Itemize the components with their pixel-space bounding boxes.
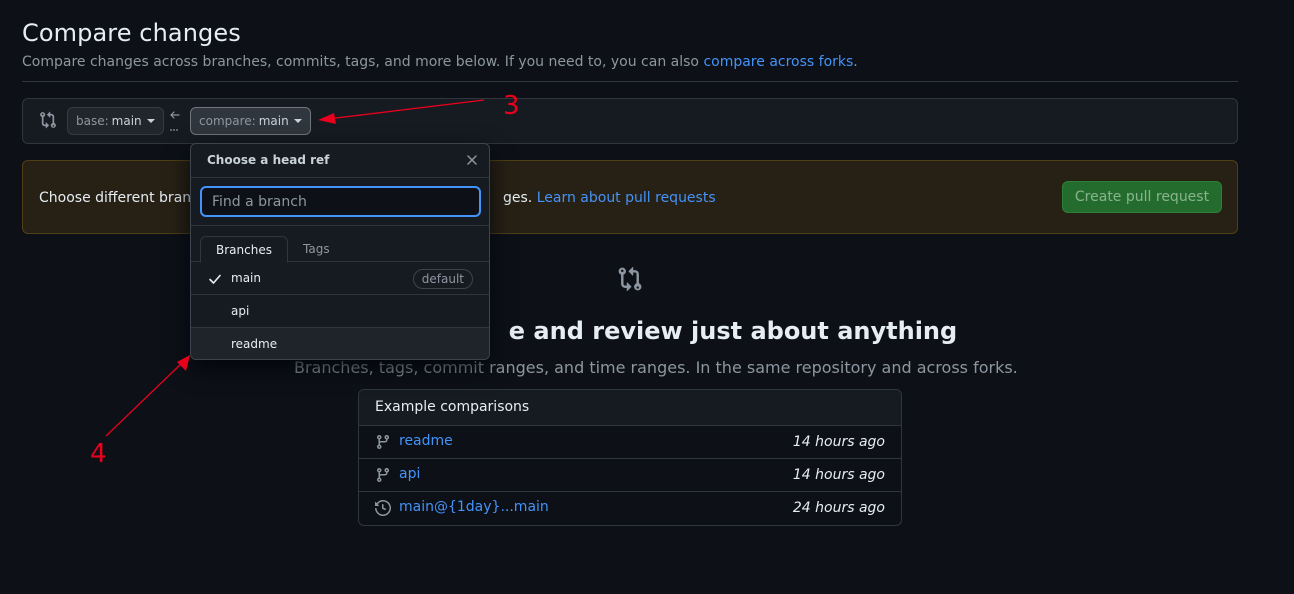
page-subtitle: Compare changes across branches, commits… bbox=[22, 54, 858, 70]
dropdown-title: Choose a head ref bbox=[207, 153, 330, 167]
example-comparisons-heading: Example comparisons bbox=[359, 390, 901, 426]
example-comparisons: Example comparisons readme 14 hours ago … bbox=[358, 389, 902, 526]
branch-item-main[interactable]: main default bbox=[191, 262, 489, 295]
compare-label: compare: bbox=[199, 114, 256, 128]
compare-page: Compare changes Compare changes across b… bbox=[0, 0, 1294, 594]
tab-branches[interactable]: Branches bbox=[200, 236, 288, 263]
branch-item-readme[interactable]: readme bbox=[191, 328, 489, 359]
example-row: main@{1day}...main 24 hours ago bbox=[359, 492, 901, 525]
annotation-label-3: 3 bbox=[503, 91, 520, 121]
example-link-readme[interactable]: readme bbox=[399, 433, 453, 449]
find-branch-input[interactable] bbox=[200, 186, 481, 217]
compare-branch-button[interactable]: compare: main bbox=[190, 107, 311, 135]
range-editor: base: main compare: main bbox=[22, 98, 1238, 144]
example-time: 14 hours ago bbox=[792, 434, 885, 450]
git-branch-icon bbox=[376, 435, 389, 450]
default-badge: default bbox=[412, 269, 473, 289]
page-title: Compare changes bbox=[22, 19, 241, 47]
example-row: api 14 hours ago bbox=[359, 459, 901, 492]
git-compare-icon bbox=[618, 266, 642, 292]
check-icon bbox=[209, 274, 221, 284]
tab-tags[interactable]: Tags bbox=[288, 236, 345, 262]
subtitle-period: . bbox=[853, 54, 858, 70]
example-row: readme 14 hours ago bbox=[359, 426, 901, 459]
branch-name: main bbox=[231, 271, 261, 285]
flash-text-end: ges. Learn about pull requests bbox=[503, 190, 716, 206]
branch-name: api bbox=[231, 304, 250, 318]
blankslate-title-text: e and review just about anything bbox=[508, 317, 958, 345]
dropdown-tabs: Branches Tags bbox=[191, 226, 489, 263]
base-label: base: bbox=[76, 114, 109, 128]
dropdown-filter bbox=[191, 178, 489, 226]
base-branch-button[interactable]: base: main bbox=[67, 107, 164, 135]
annotation-arrow bbox=[105, 361, 184, 437]
learn-pull-requests-link[interactable]: Learn about pull requests bbox=[537, 190, 716, 206]
caret-down-icon bbox=[146, 119, 155, 123]
head-ref-dropdown: Choose a head ref Branches Tags main def… bbox=[190, 143, 490, 360]
example-time: 24 hours ago bbox=[792, 500, 885, 516]
flash-text: Choose different branc bbox=[39, 190, 199, 206]
arrow-left-icon bbox=[170, 111, 180, 131]
example-link-api[interactable]: api bbox=[399, 466, 420, 482]
git-compare-icon bbox=[40, 111, 56, 129]
compare-value: main bbox=[258, 114, 289, 128]
close-icon[interactable] bbox=[465, 153, 479, 167]
compare-across-forks-link[interactable]: compare across forks bbox=[703, 54, 853, 70]
branch-item-api[interactable]: api bbox=[191, 295, 489, 328]
base-value: main bbox=[111, 114, 142, 128]
header-divider bbox=[22, 81, 1238, 82]
caret-down-icon bbox=[293, 119, 302, 123]
subtitle-text: Compare changes across branches, commits… bbox=[22, 54, 699, 70]
git-branch-icon bbox=[376, 468, 389, 483]
example-link-time-range[interactable]: main@{1day}...main bbox=[399, 499, 549, 515]
example-time: 14 hours ago bbox=[792, 467, 885, 483]
annotation-label-4: 4 bbox=[90, 439, 107, 469]
history-icon bbox=[375, 500, 391, 516]
blankslate-subtitle: Branches, tags, commit ranges, and time … bbox=[294, 358, 1018, 377]
annotation-arrowhead bbox=[177, 355, 190, 371]
create-pull-request-button[interactable]: Create pull request bbox=[1062, 181, 1222, 213]
branch-name: readme bbox=[231, 337, 278, 351]
flash-text-tail: ges. bbox=[503, 190, 533, 206]
dropdown-header: Choose a head ref bbox=[191, 144, 489, 178]
